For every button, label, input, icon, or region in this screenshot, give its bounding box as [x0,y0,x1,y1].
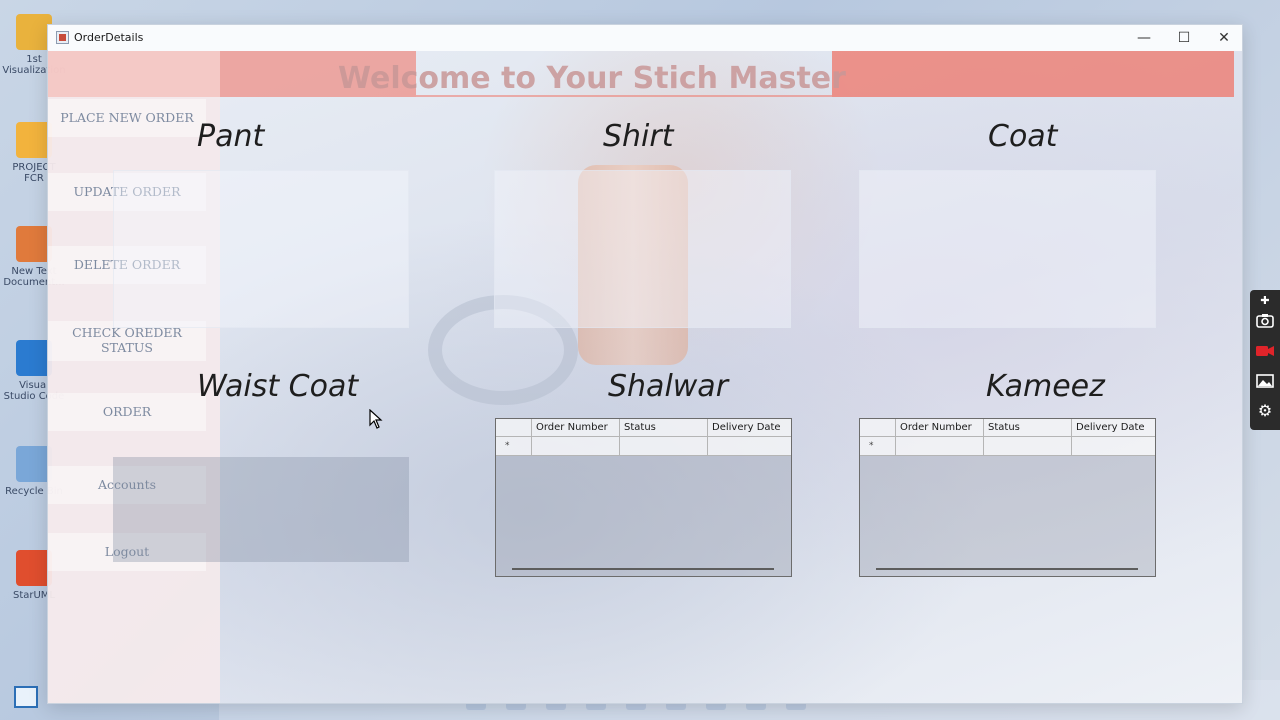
status-cell[interactable] [620,437,708,455]
status-column[interactable]: Status [620,419,708,437]
horizontal-scrollbar[interactable] [512,568,774,570]
shalwar-label: Shalwar [608,369,729,404]
pant-label: Pant [197,119,265,154]
welcome-heading: Welcome to Your Stich Master [338,61,846,96]
new-row-marker: * [505,441,510,451]
shalwar-orders-grid[interactable]: Order Number Status Delivery Date * [495,418,792,577]
coat-label: Coat [988,119,1058,154]
shirt-label: Shirt [603,119,674,154]
order-number-cell[interactable] [532,437,620,455]
pin-icon[interactable]: ✚ [1254,290,1276,312]
grid-corner [496,419,532,437]
grid-header: Order Number Status Delivery Date [496,419,791,437]
row-header: * [860,437,896,455]
form-icon [56,31,69,44]
pant-orders-grid[interactable] [113,170,409,328]
camera-icon[interactable] [1254,310,1276,332]
kameez-label: Kameez [986,369,1105,404]
place-new-order-button[interactable]: PLACE NEW ORDER [48,99,206,137]
nav-panel [48,51,220,703]
capture-toolbar: ✚ ⚙ [1250,290,1280,430]
gear-icon[interactable]: ⚙ [1254,400,1276,422]
coat-orders-grid[interactable] [859,170,1156,328]
order-number-column[interactable]: Order Number [532,419,620,437]
table-row[interactable]: * [860,437,1155,456]
minimize-button[interactable]: — [1124,27,1164,49]
grid-header: Order Number Status Delivery Date [860,419,1155,437]
waist-coat-orders-grid[interactable] [113,457,409,562]
kameez-orders-grid[interactable]: Order Number Status Delivery Date * [859,418,1156,577]
shirt-orders-grid[interactable] [494,170,791,328]
order-number-column[interactable]: Order Number [896,419,984,437]
waist-coat-label: Waist Coat [197,369,359,404]
delivery-date-column[interactable]: Delivery Date [708,419,791,437]
title-bar[interactable]: OrderDetails — ☐ ✕ [48,25,1242,51]
check-order-status-label-2: STATUS [101,340,153,355]
order-button[interactable]: ORDER [48,393,206,431]
delivery-date-column[interactable]: Delivery Date [1072,419,1155,437]
new-row-marker: * [869,441,874,451]
window-title: OrderDetails [74,31,144,44]
close-button[interactable]: ✕ [1204,27,1242,49]
status-cell[interactable] [984,437,1072,455]
order-details-window: OrderDetails — ☐ ✕ Welcome to Your Stich… [47,24,1243,704]
gallery-icon[interactable] [1254,370,1276,392]
row-header: * [496,437,532,455]
task-view-icon[interactable] [14,686,38,708]
status-column[interactable]: Status [984,419,1072,437]
maximize-button[interactable]: ☐ [1164,27,1204,49]
table-row[interactable]: * [496,437,791,456]
grid-corner [860,419,896,437]
horizontal-scrollbar[interactable] [876,568,1138,570]
header-banner-right [832,51,1234,97]
record-icon[interactable] [1254,340,1276,362]
order-number-cell[interactable] [896,437,984,455]
